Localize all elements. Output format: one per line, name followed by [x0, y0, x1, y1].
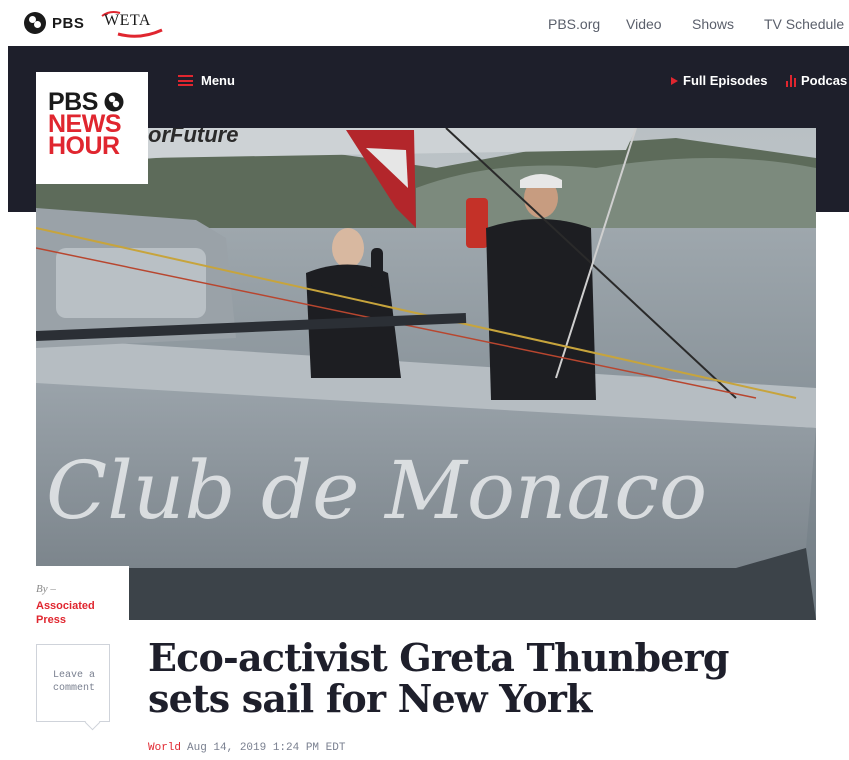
category-link[interactable]: World — [148, 742, 181, 754]
author-link[interactable]: Associated Press — [36, 599, 122, 627]
hamburger-icon — [178, 75, 193, 86]
banner-text: orFuture — [148, 128, 238, 147]
top-bar: PBS WETA PBS.org Video Shows TV Schedule — [0, 0, 849, 46]
by-label: By – — [36, 583, 56, 595]
hull-text: Club de Monaco — [46, 444, 707, 537]
leave-comment-label: Leave a comment — [52, 670, 95, 694]
nav-link-tv-schedule[interactable]: TV Schedule — [764, 16, 844, 32]
logo-hour-text: HOUR — [48, 132, 120, 160]
nav-link-shows[interactable]: Shows — [692, 16, 734, 32]
podcast-bars-icon — [786, 74, 796, 87]
article-headline: Eco-activist Greta Thunberg sets sail fo… — [148, 635, 729, 721]
byline-panel: By – Associated Press Leave a comment — [18, 566, 129, 760]
menu-button[interactable]: Menu — [178, 73, 235, 88]
podcasts-label: Podcas — [801, 73, 848, 88]
podcasts-link[interactable]: Podcas — [786, 73, 847, 88]
pbs-logo[interactable]: PBS — [24, 12, 84, 34]
pbs-logo-text: PBS — [52, 14, 85, 32]
sailboat-photo: Club de Monaco orFuture — [36, 128, 816, 620]
hero-image: Club de Monaco orFuture — [36, 128, 816, 620]
pbs-newshour-logo[interactable]: PBS NEWS HOUR — [36, 72, 148, 184]
menu-label: Menu — [201, 73, 235, 88]
full-episodes-link[interactable]: Full Episodes — [671, 73, 768, 88]
nav-link-pbs-org[interactable]: PBS.org — [548, 16, 600, 32]
leave-comment-button[interactable]: Leave a comment — [36, 644, 110, 722]
play-icon — [671, 76, 678, 85]
pbs-head-icon — [24, 12, 46, 34]
weta-logo-text: WETA — [104, 12, 151, 29]
pbs-head-logo-icon — [104, 92, 124, 112]
weta-logo[interactable]: WETA — [100, 10, 166, 38]
nav-link-video[interactable]: Video — [626, 16, 662, 32]
article-meta: World Aug 14, 2019 1:24 PM EDT — [148, 742, 345, 754]
full-episodes-label: Full Episodes — [683, 73, 768, 88]
publish-date: Aug 14, 2019 1:24 PM EDT — [187, 742, 346, 754]
